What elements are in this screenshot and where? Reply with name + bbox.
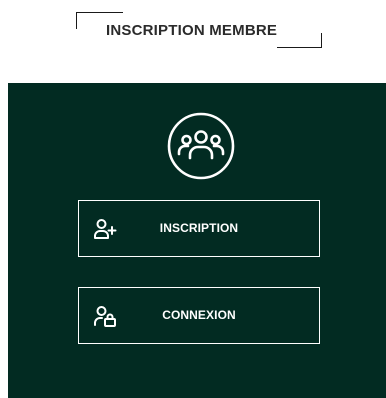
section-title-frame: INSCRIPTION MEMBRE	[76, 12, 322, 48]
page-title: INSCRIPTION MEMBRE	[106, 22, 278, 39]
inscription-button-label: INSCRIPTION	[159, 221, 239, 235]
member-panel: INSCRIPTION CONNEXION	[8, 83, 386, 398]
title-corner-bottom-right	[277, 33, 322, 48]
connexion-button[interactable]: CONNEXION	[78, 287, 320, 344]
connexion-button-label: CONNEXION	[162, 308, 236, 322]
inscription-button[interactable]: INSCRIPTION	[78, 200, 320, 257]
group-users-icon	[166, 111, 236, 181]
